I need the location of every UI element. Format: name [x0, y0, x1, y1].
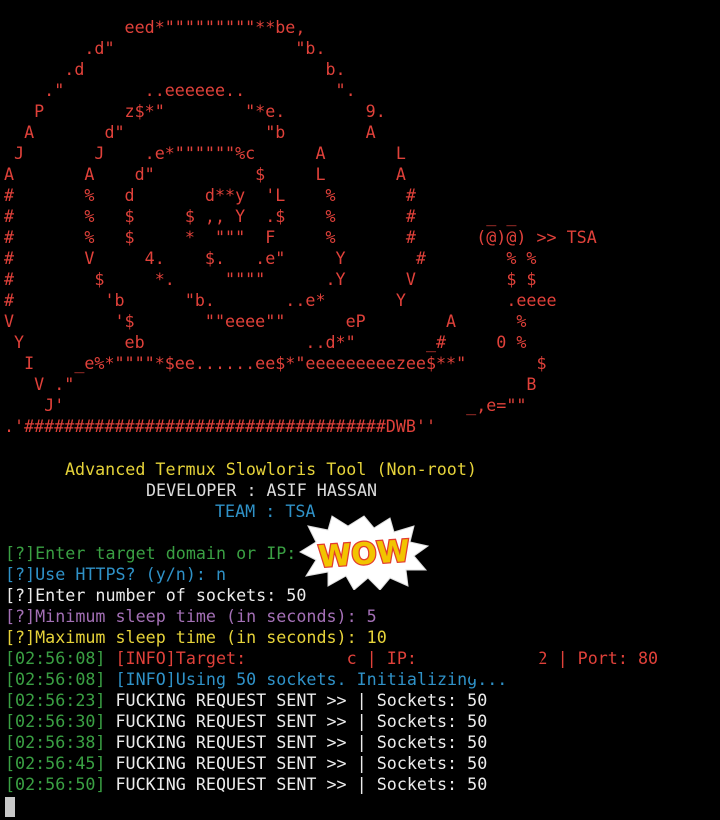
prompt-line: [?]Maximum sleep time (in seconds): 10	[5, 627, 387, 647]
log-line: [02:56:38] FUCKING REQUEST SENT >> | Soc…	[5, 732, 487, 753]
ascii-art-line: # V 4. $. .e" Y # % %	[4, 248, 537, 268]
ascii-art-line: J J .e*""""""%c A L	[4, 143, 406, 163]
ascii-art-line: ." ..eeeeee.. ".	[4, 80, 356, 100]
ascii-art-line: eed*"""""""""**be,	[4, 17, 306, 37]
log-message: [INFO]Target: c | IP: .02 | Port: 80	[115, 648, 659, 668]
log-message: FUCKING REQUEST SENT >> | Sockets: 50	[115, 690, 488, 710]
prompt-line: [?]Enter target domain or IP:	[5, 543, 297, 563]
banner-developer: DEVELOPER : ASIF HASSAN	[146, 480, 378, 500]
ascii-art-line: .d" "b.	[4, 38, 326, 58]
ascii-art-line: J' _,e=""	[4, 395, 527, 415]
redaction-mark	[470, 675, 518, 679]
ascii-art-line: V ." B	[4, 374, 537, 394]
log-message: FUCKING REQUEST SENT >> | Sockets: 50	[115, 711, 488, 731]
ascii-art-line: P z$*" "*e. 9.	[4, 101, 386, 121]
ascii-art-line: # 'b "b. ..e* Y .eeee	[4, 290, 557, 310]
log-timestamp: [02:56:45]	[5, 753, 106, 773]
terminal-window[interactable]: eed*"""""""""**be, .d" "b. .d b. ." ..ee…	[0, 0, 720, 820]
log-line: [02:56:08] [INFO]Using 50 sockets. Initi…	[5, 669, 507, 690]
ascii-art-banner: eed*"""""""""**be, .d" "b. .d b. ." ..ee…	[4, 17, 597, 437]
prompt-line: [?]Enter number of sockets: 50	[5, 585, 307, 605]
ascii-art-line: .d b.	[4, 59, 346, 79]
ascii-art-line: V '$ ""eeee"" eP A %	[4, 311, 527, 331]
log-message: FUCKING REQUEST SENT >> | Sockets: 50	[115, 753, 488, 773]
log-line: [02:56:23] FUCKING REQUEST SENT >> | Soc…	[5, 690, 487, 711]
redaction-mark	[448, 642, 504, 646]
wow-sticker-text: WOW	[317, 534, 411, 575]
log-timestamp: [02:56:30]	[5, 711, 106, 731]
log-message: FUCKING REQUEST SENT >> | Sockets: 50	[115, 774, 488, 794]
log-message: FUCKING REQUEST SENT >> | Sockets: 50	[115, 732, 488, 752]
log-timestamp: [02:56:08]	[5, 669, 106, 689]
prompt-line: [?]Use HTTPS? (y/n): n	[5, 564, 227, 584]
wow-sticker: WOW	[298, 515, 430, 590]
log-timestamp: [02:56:23]	[5, 690, 106, 710]
ascii-art-line: # $ *. """" .Y V $ $	[4, 269, 537, 289]
ascii-art-line: # % $ $ ,, Y .$ % # _ _	[4, 206, 517, 226]
log-timestamp: [02:56:50]	[5, 774, 106, 794]
ascii-art-line: .'####################################DW…	[4, 416, 437, 436]
log-timestamp: [02:56:38]	[5, 732, 106, 752]
ascii-art-line: # % $ * """ F % # (@)@) >> TSA	[4, 227, 597, 247]
log-line: [02:56:45] FUCKING REQUEST SENT >> | Soc…	[5, 753, 487, 774]
text-cursor[interactable]	[5, 797, 15, 817]
redaction-mark	[258, 651, 348, 665]
ascii-art-line: Y eb ..d*" _# 0 %	[4, 332, 527, 352]
log-line: [02:56:30] FUCKING REQUEST SENT >> | Soc…	[5, 711, 487, 732]
ascii-art-line: # % d d**y 'L % #	[4, 185, 416, 205]
log-timestamp: [02:56:08]	[5, 648, 106, 668]
prompt-line: [?]Minimum sleep time (in seconds): 5	[5, 606, 377, 626]
ascii-art-line: A A d" $ L A	[4, 164, 406, 184]
redaction-mark	[432, 651, 542, 665]
log-message: [INFO]Using 50 sockets. Initializing...	[115, 669, 508, 689]
ascii-art-line: A d" "b A	[4, 122, 376, 142]
ascii-art-line: I _e%*""""*$ee......ee$*"eeeeeeeeezee$**…	[4, 353, 547, 373]
log-line: [02:56:50] FUCKING REQUEST SENT >> | Soc…	[5, 774, 487, 795]
banner-title: Advanced Termux Slowloris Tool (Non-root…	[65, 459, 477, 479]
